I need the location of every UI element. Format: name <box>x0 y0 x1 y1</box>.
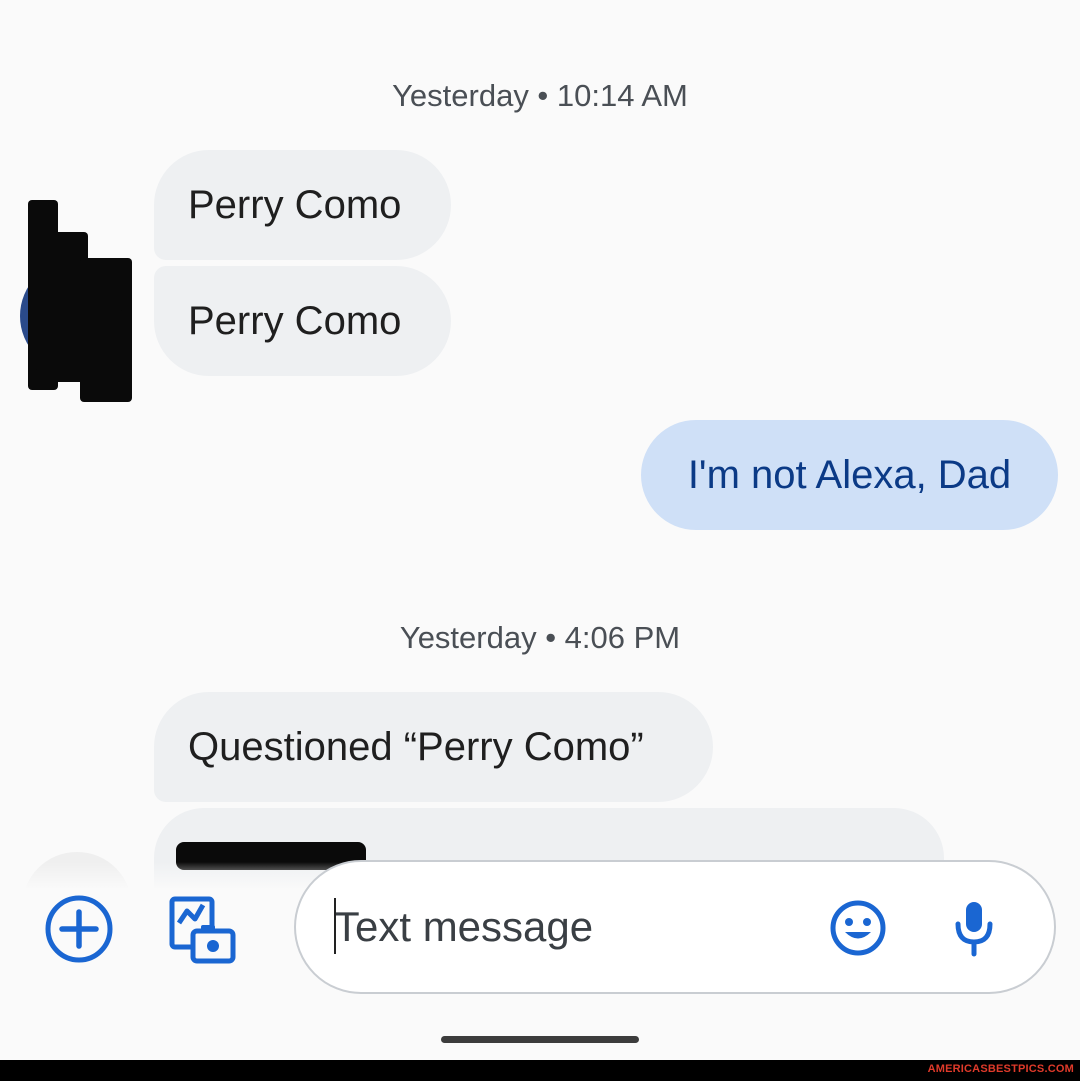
mic-icon <box>955 902 993 957</box>
outgoing-message-bubble[interactable]: I'm not Alexa, Dad <box>641 420 1058 530</box>
gallery-camera-icon <box>169 896 236 964</box>
message-text: Questioned “Perry Como” <box>188 725 644 769</box>
watermark-text: AMERICASBESTPICS.COM <box>927 1063 1074 1075</box>
timestamp: Yesterday • 10:14 AM <box>392 78 688 113</box>
emoji-icon <box>830 900 886 956</box>
incoming-message-bubble[interactable]: Perry Como <box>154 266 451 376</box>
watermark-strip: AMERICASBESTPICS.COM <box>0 1060 1080 1081</box>
incoming-message-bubble[interactable]: Questioned “Perry Como” <box>154 692 713 802</box>
add-circle-icon <box>45 895 113 963</box>
gallery-camera-button[interactable] <box>164 892 240 966</box>
message-text: Perry Como <box>188 299 402 343</box>
text-message-input[interactable] <box>334 888 794 966</box>
voice-input-button[interactable] <box>946 896 1002 960</box>
compose-field-container[interactable] <box>294 860 1056 994</box>
incoming-message-bubble[interactable]: Perry Como <box>154 150 451 260</box>
message-text: Perry Como <box>188 183 402 227</box>
timestamp: Yesterday • 4:06 PM <box>399 620 681 655</box>
emoji-button[interactable] <box>828 898 888 958</box>
add-attachment-button[interactable] <box>42 892 116 966</box>
message-text: I'm not Alexa, Dad <box>687 453 1012 497</box>
redaction-mark <box>34 310 124 370</box>
home-indicator[interactable] <box>441 1036 639 1043</box>
text-cursor <box>334 898 336 954</box>
